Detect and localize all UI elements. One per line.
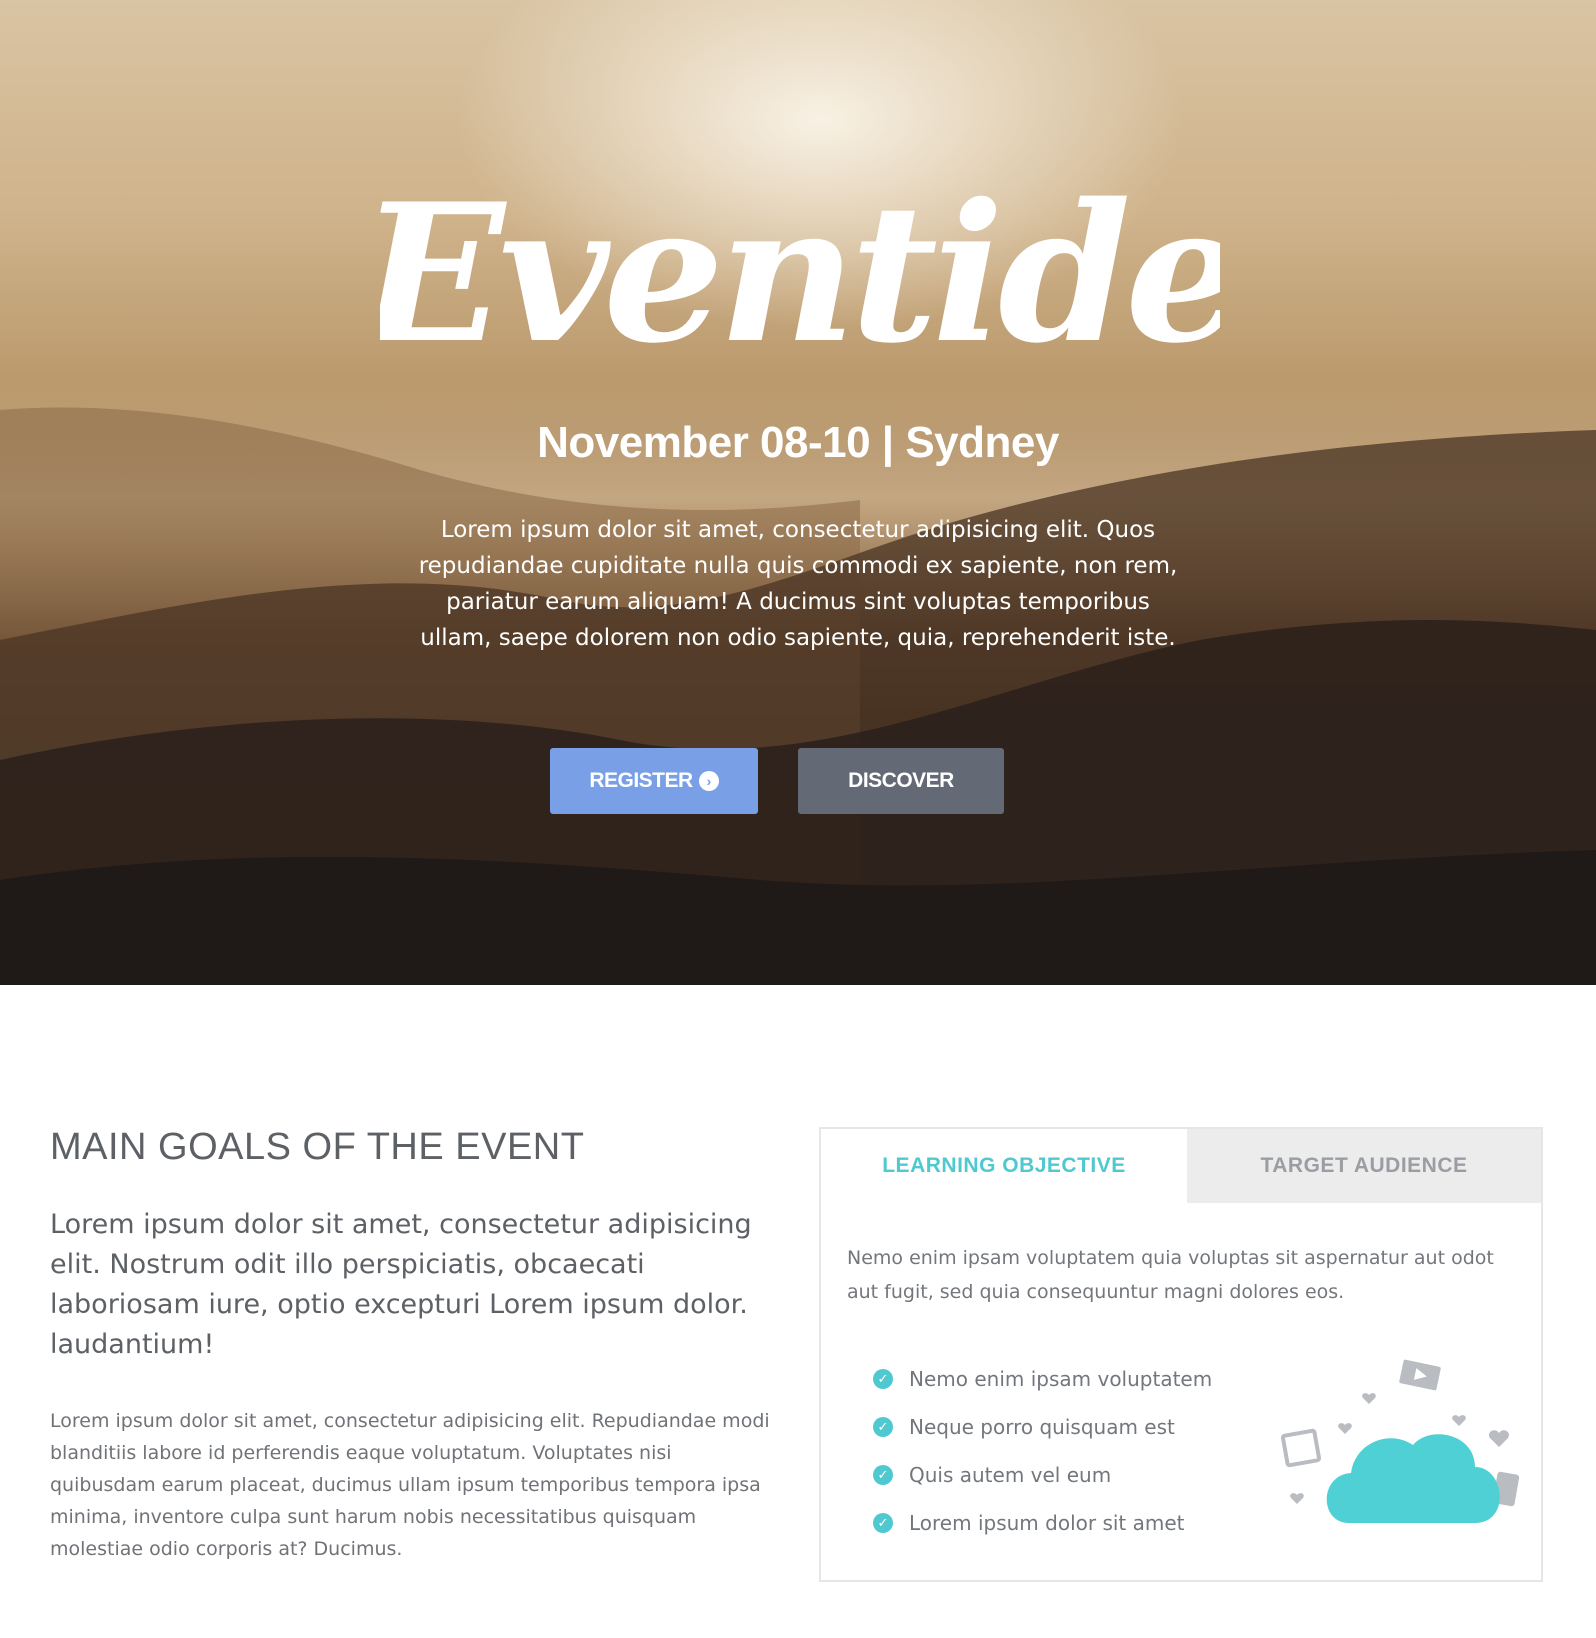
hero-mountain-silhouette [0, 407, 1596, 985]
eventide-logo: Eventide [380, 162, 1220, 385]
register-button[interactable]: REGISTER › [550, 748, 758, 814]
goals-body: Lorem ipsum dolor sit amet, consectetur … [50, 1410, 770, 1560]
objectives-panel: LEARNING OBJECTIVE TARGET AUDIENCE Nemo … [819, 1127, 1543, 1582]
checklist-item: ✓ Nemo enim ipsam voluptatem [873, 1355, 1212, 1403]
logo-text: Eventide [380, 162, 1220, 385]
hero-section: Eventide November 08-10 | Sydney Lorem i… [0, 0, 1596, 985]
discover-button[interactable]: DISCOVER [798, 748, 1004, 814]
cloud-icon [1280, 1359, 1520, 1523]
checklist-item-label: Lorem ipsum dolor sit amet [909, 1511, 1185, 1535]
event-date-location: November 08-10 | Sydney [537, 418, 1059, 467]
checklist-item: ✓ Neque porro quisquam est [873, 1403, 1212, 1451]
check-circle-icon: ✓ [873, 1417, 893, 1437]
register-button-label: REGISTER [589, 769, 693, 792]
chevron-circle-right-icon: › [698, 771, 719, 791]
goals-title: MAIN GOALS OF THE EVENT [50, 1126, 585, 1168]
ticket-icon [1399, 1359, 1441, 1391]
checklist-item-label: Nemo enim ipsam voluptatem [909, 1367, 1213, 1391]
goals-lead: Lorem ipsum dolor sit amet, consectetur … [50, 1209, 752, 1360]
objective-checklist: ✓ Nemo enim ipsam voluptatem ✓ Neque por… [873, 1355, 1212, 1547]
tab-target-audience[interactable]: TARGET AUDIENCE [1187, 1129, 1541, 1203]
checklist-item-label: Quis autem vel eum [909, 1463, 1112, 1487]
checklist-item: ✓ Lorem ipsum dolor sit amet [873, 1499, 1212, 1547]
check-circle-icon: ✓ [873, 1465, 893, 1485]
photo-icon [1280, 1428, 1322, 1468]
checklist-item-label: Neque porro quisquam est [909, 1415, 1175, 1439]
discover-button-label: DISCOVER [848, 769, 954, 792]
cloud-shape [1326, 1434, 1500, 1523]
check-circle-icon: ✓ [873, 1513, 893, 1533]
tab-learning-objective[interactable]: LEARNING OBJECTIVE [821, 1129, 1187, 1203]
check-circle-icon: ✓ [873, 1369, 893, 1389]
panel-description: Nemo enim ipsam voluptatem quia voluptas… [847, 1247, 1494, 1303]
hero-description: Lorem ipsum dolor sit amet, consectetur … [418, 517, 1178, 651]
checklist-item: ✓ Quis autem vel eum [873, 1451, 1212, 1499]
panel-tabs: LEARNING OBJECTIVE TARGET AUDIENCE [821, 1129, 1541, 1203]
